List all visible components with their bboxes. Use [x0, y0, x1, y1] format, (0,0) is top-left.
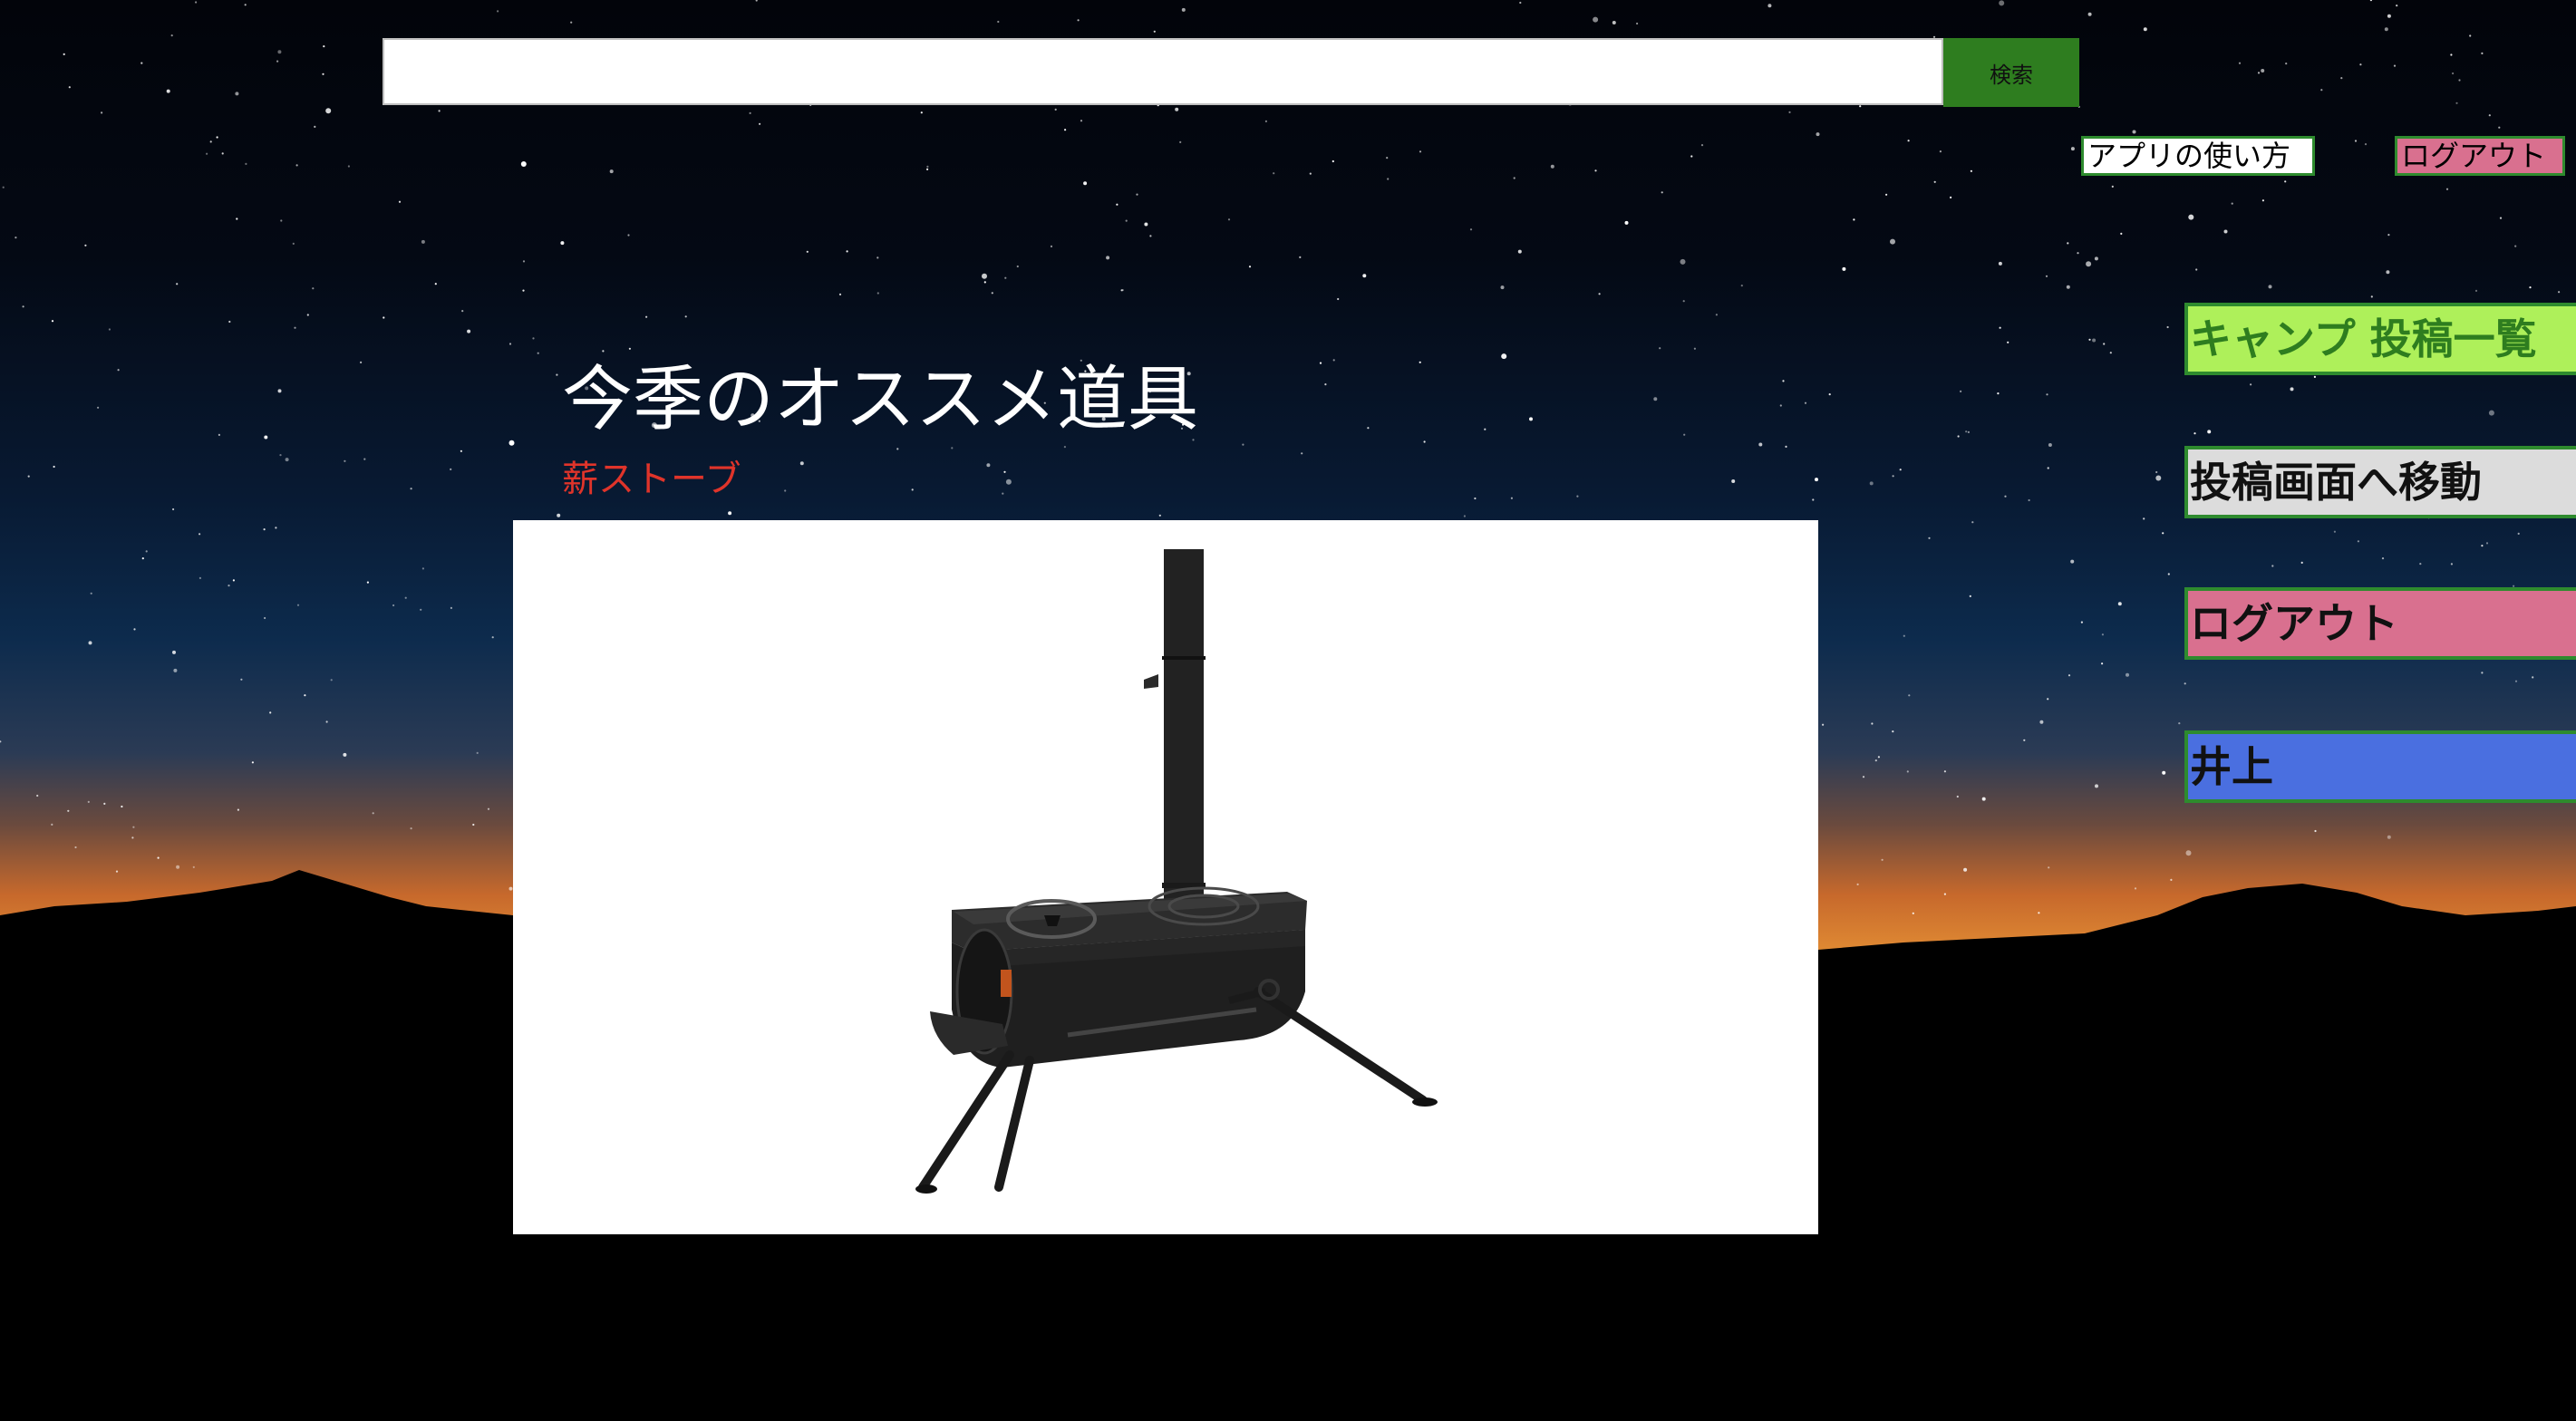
- sidebar-item-camp-posts[interactable]: キャンプ 投稿一覧: [2184, 303, 2576, 375]
- sidebar-item-logout[interactable]: ログアウト: [2184, 587, 2576, 660]
- howto-link[interactable]: アプリの使い方: [2081, 136, 2315, 176]
- sidebar-item-new-post[interactable]: 投稿画面へ移動: [2184, 446, 2576, 518]
- product-image: [513, 520, 1818, 1234]
- wood-stove-image: [915, 549, 1438, 1194]
- search-input[interactable]: [383, 38, 1943, 105]
- page-background: 検索 アプリの使い方 ログアウト キャンプ 投稿一覧 投稿画面へ移動 ログアウト…: [0, 0, 2576, 1421]
- header-logout-link[interactable]: ログアウト: [2395, 136, 2565, 176]
- recommendation-title: 今季のオススメ道具: [562, 359, 1199, 440]
- search-button[interactable]: 検索: [1943, 38, 2079, 107]
- recommended-item-name: 薪ストーブ: [562, 459, 741, 500]
- sidebar-item-user[interactable]: 井上: [2184, 730, 2576, 803]
